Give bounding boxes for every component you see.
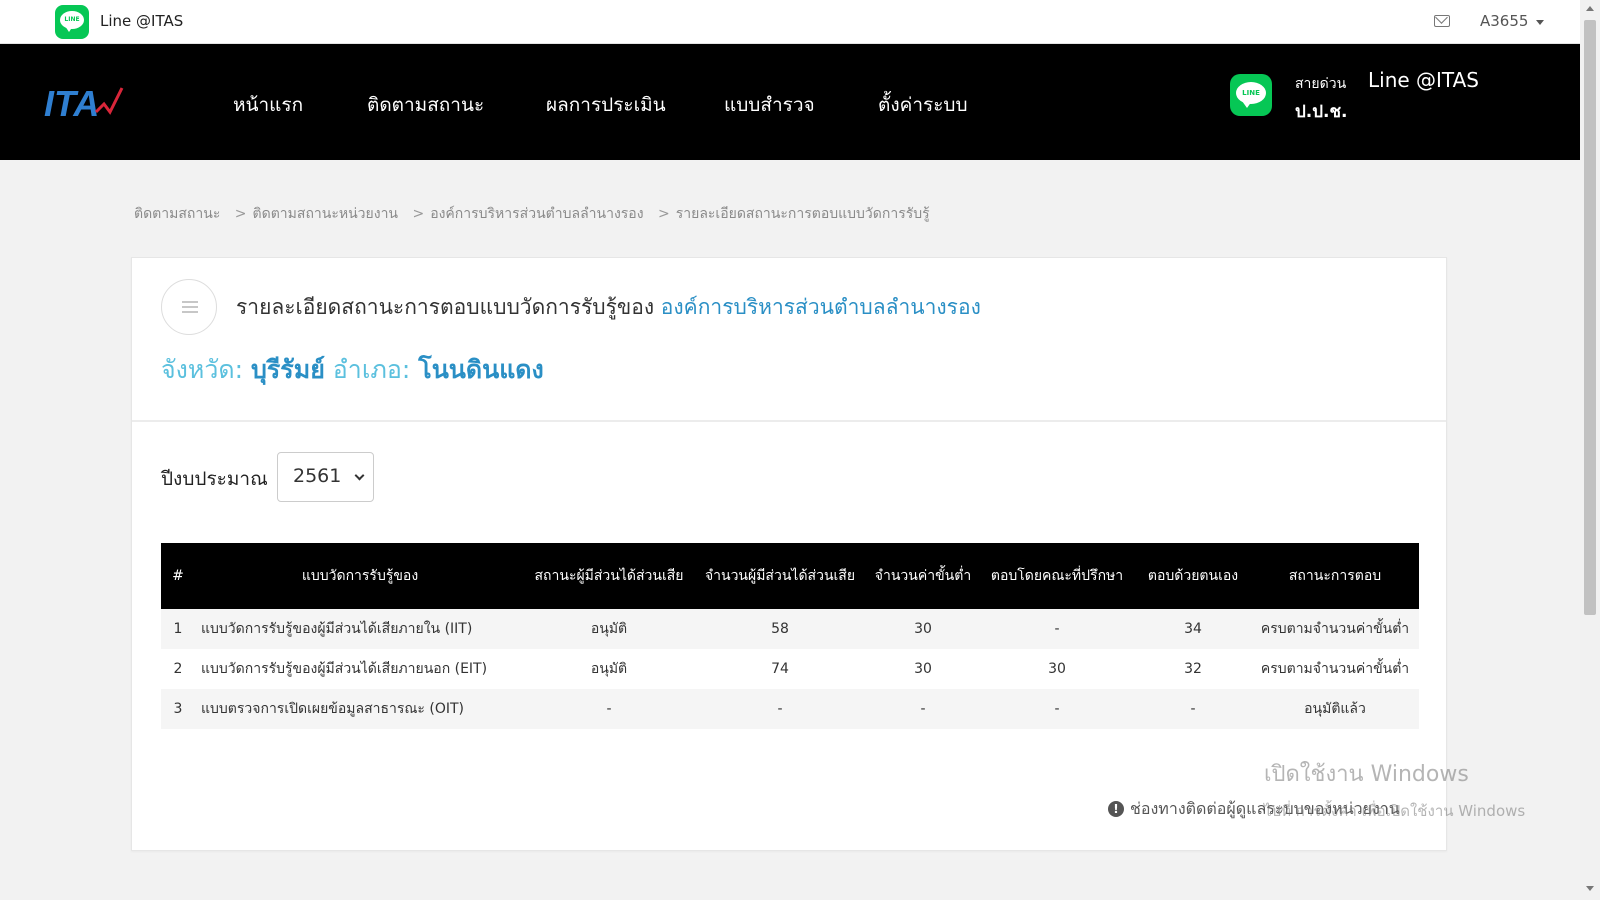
page-title-prefix: รายละเอียดสถานะการตอบแบบวัดการรับรู้ของ xyxy=(236,295,655,319)
cell-by-committee: 30 xyxy=(979,649,1135,689)
line-logo-icon[interactable]: LINE xyxy=(55,5,89,39)
fiscal-year-value: 2561 xyxy=(293,465,342,487)
breadcrumb-current: รายละเอียดสถานะการตอบแบบวัดการรับรู้ xyxy=(675,206,930,222)
top-bar: LINE Line @ITAS A3655 xyxy=(0,0,1580,44)
cell-index: 1 xyxy=(161,609,195,649)
cell-survey-name: แบบตรวจการเปิดเผยข้อมูลสาธารณะ (OIT) xyxy=(195,689,525,729)
caret-down-icon[interactable] xyxy=(1536,20,1544,25)
nav-status-tracking[interactable]: ติดตามสถานะ xyxy=(367,90,484,120)
breadcrumb-separator: > xyxy=(234,206,247,222)
user-menu[interactable]: A3655 xyxy=(1480,12,1528,30)
cell-answer-status: ครบตามจำนวนค่าขั้นต่ำ xyxy=(1251,609,1419,649)
scrollbar-thumb[interactable] xyxy=(1584,20,1596,615)
district-label: อำเภอ: xyxy=(332,355,411,384)
cell-stakeholder-status: - xyxy=(525,689,693,729)
breadcrumb-separator: > xyxy=(412,206,425,222)
cell-minimum: 30 xyxy=(867,609,979,649)
cell-by-committee: - xyxy=(979,609,1135,649)
cell-stakeholder-status: อนุมัติ xyxy=(525,609,693,649)
cell-answer-status: อนุมัติแล้ว xyxy=(1251,689,1419,729)
cell-stakeholder-count: - xyxy=(693,689,867,729)
col-survey-name: แบบวัดการรับรู้ของ xyxy=(195,543,525,609)
page-title: รายละเอียดสถานะการตอบแบบวัดการรับรู้ของ … xyxy=(236,291,981,324)
table-row: 2 แบบวัดการรับรู้ของผู้มีส่วนได้เสียภายน… xyxy=(161,649,1419,689)
itas-logo[interactable]: ITA xyxy=(44,82,124,122)
org-name: องค์การบริหารส่วนตำบลลำนางรอง xyxy=(660,295,981,319)
nav-assessment-results[interactable]: ผลการประเมิน xyxy=(546,90,666,120)
table-row: 3 แบบตรวจการเปิดเผยข้อมูลสาธารณะ (OIT) -… xyxy=(161,689,1419,729)
table-header-row: # แบบวัดการรับรู้ของ สถานะผู้มีส่วนได้ส่… xyxy=(161,543,1419,609)
scroll-down-icon[interactable] xyxy=(1586,886,1594,891)
card-header: รายละเอียดสถานะการตอบแบบวัดการรับรู้ของ … xyxy=(132,258,1446,422)
cell-answer-status: ครบตามจำนวนค่าขั้นต่ำ xyxy=(1251,649,1419,689)
breadcrumb-item[interactable]: องค์การบริหารส่วนตำบลลำนางรอง xyxy=(430,206,643,222)
cell-minimum: - xyxy=(867,689,979,729)
col-by-committee: ตอบโดยคณะที่ปรึกษา xyxy=(979,543,1135,609)
status-table: # แบบวัดการรับรู้ของ สถานะผู้มีส่วนได้ส่… xyxy=(161,543,1419,729)
cell-stakeholder-count: 58 xyxy=(693,609,867,649)
breadcrumb-item[interactable]: ติดตามสถานะหน่วยงาน xyxy=(253,206,398,222)
cell-index: 3 xyxy=(161,689,195,729)
status-card: รายละเอียดสถานะการตอบแบบวัดการรับรู้ของ … xyxy=(131,257,1447,851)
col-self-answered: ตอบด้วยตนเอง xyxy=(1135,543,1251,609)
mail-icon[interactable] xyxy=(1434,15,1450,27)
hotline-org: ป.ป.ช. xyxy=(1295,102,1348,122)
svg-text:ITA: ITA xyxy=(44,83,99,122)
cell-stakeholder-count: 74 xyxy=(693,649,867,689)
hotline-label: สายด่วน xyxy=(1295,76,1347,92)
scroll-up-icon[interactable] xyxy=(1586,6,1594,11)
nav-home[interactable]: หน้าแรก xyxy=(233,90,303,120)
col-minimum: จำนวนค่าขั้นต่ำ xyxy=(867,543,979,609)
info-icon: ! xyxy=(1108,801,1124,817)
fiscal-year-select[interactable]: 2561 xyxy=(277,452,374,502)
windows-activation-watermark: เปิดใช้งาน Windows ไปที่ การตั้งค่า เพื่… xyxy=(1264,756,1525,823)
chevron-down-icon xyxy=(354,470,365,481)
breadcrumb-separator: > xyxy=(658,206,670,222)
cell-by-committee: - xyxy=(979,689,1135,729)
cell-stakeholder-status: อนุมัติ xyxy=(525,649,693,689)
nav-survey[interactable]: แบบสำรวจ xyxy=(724,90,815,120)
menu-icon xyxy=(161,279,217,335)
cell-index: 2 xyxy=(161,649,195,689)
cell-self-answered: - xyxy=(1135,689,1251,729)
hotline-name[interactable]: Line @ITAS xyxy=(1368,68,1479,92)
cell-self-answered: 32 xyxy=(1135,649,1251,689)
cell-survey-name: แบบวัดการรับรู้ของผู้มีส่วนได้เสียภายนอก… xyxy=(195,649,525,689)
province-value: บุรีรัมย์ xyxy=(250,355,325,384)
col-stakeholder-status: สถานะผู้มีส่วนได้ส่วนเสีย xyxy=(525,543,693,609)
district-value: โนนดินแดง xyxy=(418,355,544,384)
breadcrumb: ติดตามสถานะ > ติดตามสถานะหน่วยงาน > องค์กา… xyxy=(134,203,930,225)
col-index: # xyxy=(161,543,195,609)
watermark-title: เปิดใช้งาน Windows xyxy=(1264,762,1469,787)
main-navbar: ITA หน้าแรก ติดตามสถานะ ผลการประเมิน แบบ… xyxy=(0,44,1580,160)
cell-self-answered: 34 xyxy=(1135,609,1251,649)
line-hotline-icon[interactable]: LINE xyxy=(1230,74,1272,116)
cell-minimum: 30 xyxy=(867,649,979,689)
col-stakeholder-count: จำนวนผู้มีส่วนได้ส่วนเสีย xyxy=(693,543,867,609)
brand-name[interactable]: Line @ITAS xyxy=(100,12,183,30)
nav-settings[interactable]: ตั้งค่าระบบ xyxy=(878,90,968,120)
province-label: จังหวัด: xyxy=(161,355,244,384)
watermark-subtitle: ไปที่ การตั้งค่า เพื่อเปิดใช้งาน Windows xyxy=(1264,802,1526,820)
breadcrumb-item[interactable]: ติดตามสถานะ xyxy=(134,206,220,222)
page-scrollbar[interactable] xyxy=(1580,0,1600,900)
location-line: จังหวัด: บุรีรัมย์ อำเภอ: โนนดินแดง xyxy=(161,350,544,390)
col-answer-status: สถานะการตอบ xyxy=(1251,543,1419,609)
cell-survey-name: แบบวัดการรับรู้ของผู้มีส่วนได้เสียภายใน … xyxy=(195,609,525,649)
table-row: 1 แบบวัดการรับรู้ของผู้มีส่วนได้เสียภายใ… xyxy=(161,609,1419,649)
fiscal-year-label: ปีงบประมาณ xyxy=(161,468,268,490)
